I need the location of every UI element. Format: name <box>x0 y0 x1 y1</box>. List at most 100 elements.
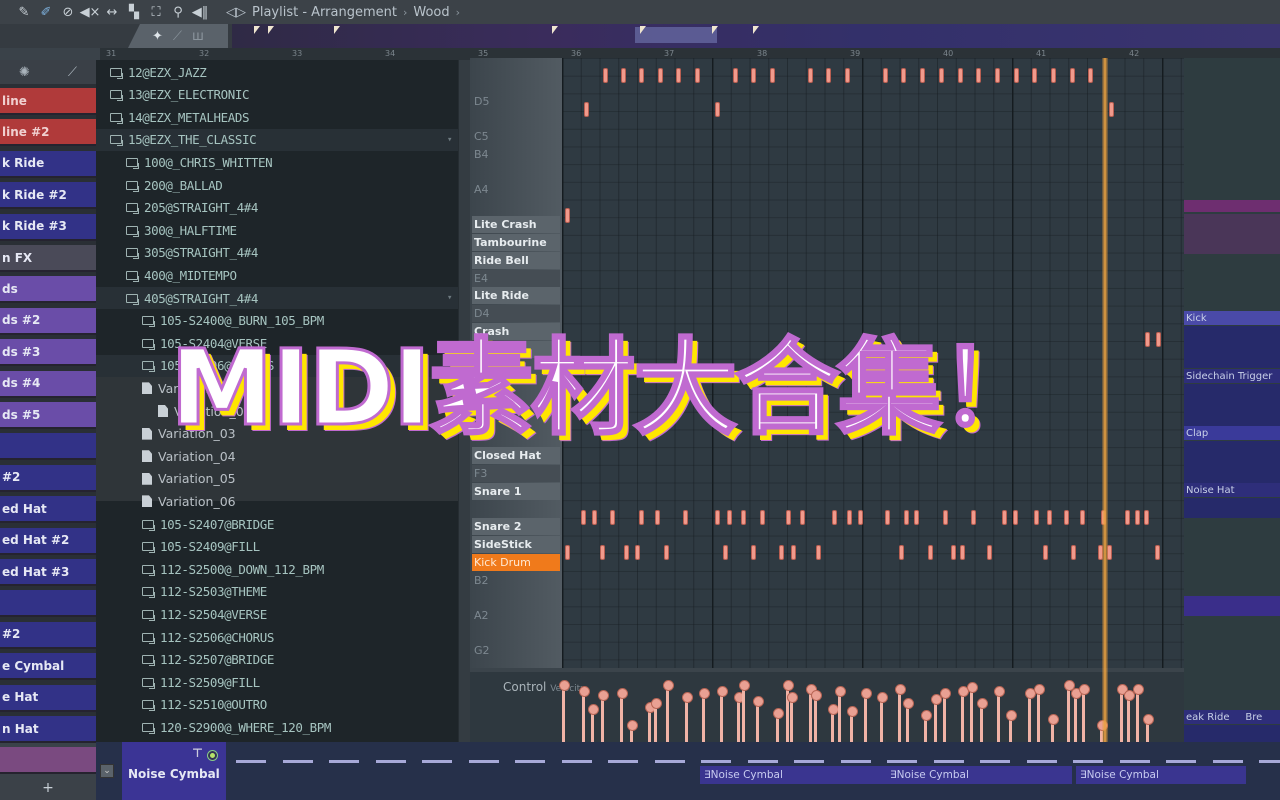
velocity-stalk[interactable] <box>940 688 951 742</box>
velocity-stalk[interactable] <box>903 698 914 742</box>
browser-folder-item[interactable]: 400@_MIDTEMPO <box>96 264 458 286</box>
velocity-stalk[interactable] <box>645 702 656 742</box>
breadcrumb-pattern[interactable]: Wood <box>413 5 449 20</box>
marker-icon[interactable] <box>552 26 558 34</box>
playlist-overview[interactable]: ✦ ⟋ ш <box>0 24 1280 48</box>
midi-note[interactable] <box>1134 510 1140 525</box>
midi-note[interactable] <box>1070 68 1075 83</box>
velocity-stalk[interactable] <box>1025 688 1036 742</box>
track-header[interactable]: ed Hat #3 <box>0 559 96 586</box>
track-header[interactable]: k Ride <box>0 150 96 178</box>
track-header[interactable] <box>0 590 96 618</box>
marker-icon[interactable] <box>753 26 759 34</box>
browser-folder-item[interactable]: 112-S2507@BRIDGE <box>96 649 458 671</box>
velocity-stalk[interactable] <box>1124 690 1135 742</box>
track-header[interactable]: k Ride #3 <box>0 213 96 241</box>
midi-note[interactable] <box>928 545 934 560</box>
brush-icon[interactable]: ✐ <box>38 4 54 20</box>
playhead[interactable] <box>1102 58 1108 742</box>
piano-key[interactable]: Closed Hat <box>472 447 560 464</box>
slip-icon[interactable]: ↔ <box>104 4 120 20</box>
track-header[interactable]: e Hat <box>0 684 96 712</box>
midi-note[interactable] <box>600 545 606 560</box>
track-header[interactable]: ds #5 <box>0 402 96 429</box>
browser-folder-item[interactable]: 120-S2900@_WHERE_120_BPM <box>96 716 458 738</box>
marker-icon[interactable] <box>268 26 274 34</box>
midi-note[interactable] <box>1043 545 1049 560</box>
browser-folder-item[interactable]: 112-S2510@OUTRO <box>96 694 458 716</box>
midi-note[interactable] <box>816 545 822 560</box>
midi-note[interactable] <box>899 545 905 560</box>
velocity-stalk[interactable] <box>861 688 872 742</box>
velocity-stalk[interactable] <box>811 690 822 742</box>
midi-note[interactable] <box>1144 510 1150 525</box>
track-header[interactable]: n Hat <box>0 716 96 743</box>
midi-note[interactable] <box>785 510 791 525</box>
playlist-clip[interactable] <box>1184 596 1280 616</box>
browser-folder-item[interactable]: 15@EZX_THE_CLASSIC ▾ <box>96 128 458 151</box>
zoom-icon[interactable]: ⚲ <box>170 4 186 20</box>
velocity-stalk[interactable] <box>787 692 798 742</box>
velocity-stalk[interactable] <box>753 696 764 742</box>
track-header[interactable]: ds #2 <box>0 307 96 335</box>
midi-note[interactable] <box>603 68 608 83</box>
playlist-lanes[interactable]: Kick Sidechain Trigger Clap Noise Hat ea… <box>1184 58 1280 742</box>
playlist-clip-clap[interactable]: Clap <box>1184 426 1280 440</box>
velocity-stalk[interactable] <box>828 704 839 742</box>
midi-note[interactable] <box>664 545 670 560</box>
velocity-stalk[interactable] <box>1117 684 1128 742</box>
browser-folder-item[interactable]: 12@EZX_JAZZ <box>96 61 458 83</box>
velocity-stalk[interactable] <box>617 688 628 742</box>
midi-note[interactable] <box>939 68 944 83</box>
overview-viewport[interactable] <box>635 27 717 43</box>
midi-note[interactable] <box>846 510 852 525</box>
browser-folder-item[interactable]: 100@_CHRIS_WHITTEN <box>96 151 458 173</box>
piano-key[interactable]: C5 <box>472 128 560 145</box>
track-header-noise-cymbal[interactable]: ⊤ Noise Cymbal <box>122 742 226 800</box>
midi-note[interactable] <box>565 545 570 560</box>
midi-note[interactable] <box>609 510 615 525</box>
browser-folder-item[interactable]: 105-S2409@FILL <box>96 536 458 558</box>
piano-key[interactable]: G2 <box>472 642 560 659</box>
velocity-stalk[interactable] <box>877 692 888 742</box>
midi-note[interactable] <box>971 510 977 525</box>
add-track-button[interactable]: + <box>0 780 96 800</box>
midi-note[interactable] <box>770 68 775 83</box>
piano-key[interactable]: E4 <box>472 270 560 287</box>
midi-note[interactable] <box>726 510 732 525</box>
browser-folder-item[interactable]: 405@STRAIGHT_4#4 ▾ <box>96 287 458 309</box>
midi-note[interactable] <box>638 510 644 525</box>
browser-folder-item[interactable]: 200@_BALLAD <box>96 174 458 196</box>
track-header[interactable]: k Ride #2 <box>0 182 96 210</box>
velocity-stalk[interactable] <box>588 704 599 742</box>
piano-key[interactable]: B4 <box>472 146 560 163</box>
waveform-icon[interactable]: ✺ <box>19 65 30 80</box>
velocity-stalk[interactable] <box>1143 714 1154 742</box>
midi-note[interactable] <box>1070 545 1076 560</box>
track-header[interactable]: line <box>0 88 96 115</box>
velocity-stalk[interactable] <box>847 706 858 742</box>
velocity-stalk[interactable] <box>977 698 988 742</box>
pin-icon[interactable]: ⊤ <box>192 746 203 760</box>
midi-note[interactable] <box>621 68 626 83</box>
breadcrumb-playlist[interactable]: Playlist - Arrangement <box>252 5 397 20</box>
browser-folder-item[interactable]: 112-S2503@THEME <box>96 581 458 603</box>
velocity-stalk[interactable] <box>663 680 674 742</box>
browser-file-item[interactable]: Variation_05 <box>96 468 458 490</box>
track-header[interactable]: ed Hat #2 <box>0 527 96 555</box>
midi-note[interactable] <box>987 545 993 560</box>
midi-note[interactable] <box>584 102 589 117</box>
midi-note[interactable] <box>715 510 721 525</box>
midi-note[interactable] <box>942 510 948 525</box>
midi-note[interactable] <box>1051 68 1056 83</box>
velocity-stalk[interactable] <box>1006 710 1017 742</box>
midi-note[interactable] <box>800 510 806 525</box>
velocity-stalk[interactable] <box>895 684 906 742</box>
playlist-clip-noise-cymbal[interactable]: ∃ Noise Cymbal <box>700 766 886 784</box>
link-icon[interactable]: ⟋ <box>173 29 182 44</box>
velocity-stalk[interactable] <box>835 686 846 742</box>
piano-key[interactable]: Lite Ride <box>472 287 560 304</box>
velocity-stalk[interactable] <box>734 692 745 742</box>
midi-note[interactable] <box>760 510 766 525</box>
midi-note[interactable] <box>581 510 586 525</box>
